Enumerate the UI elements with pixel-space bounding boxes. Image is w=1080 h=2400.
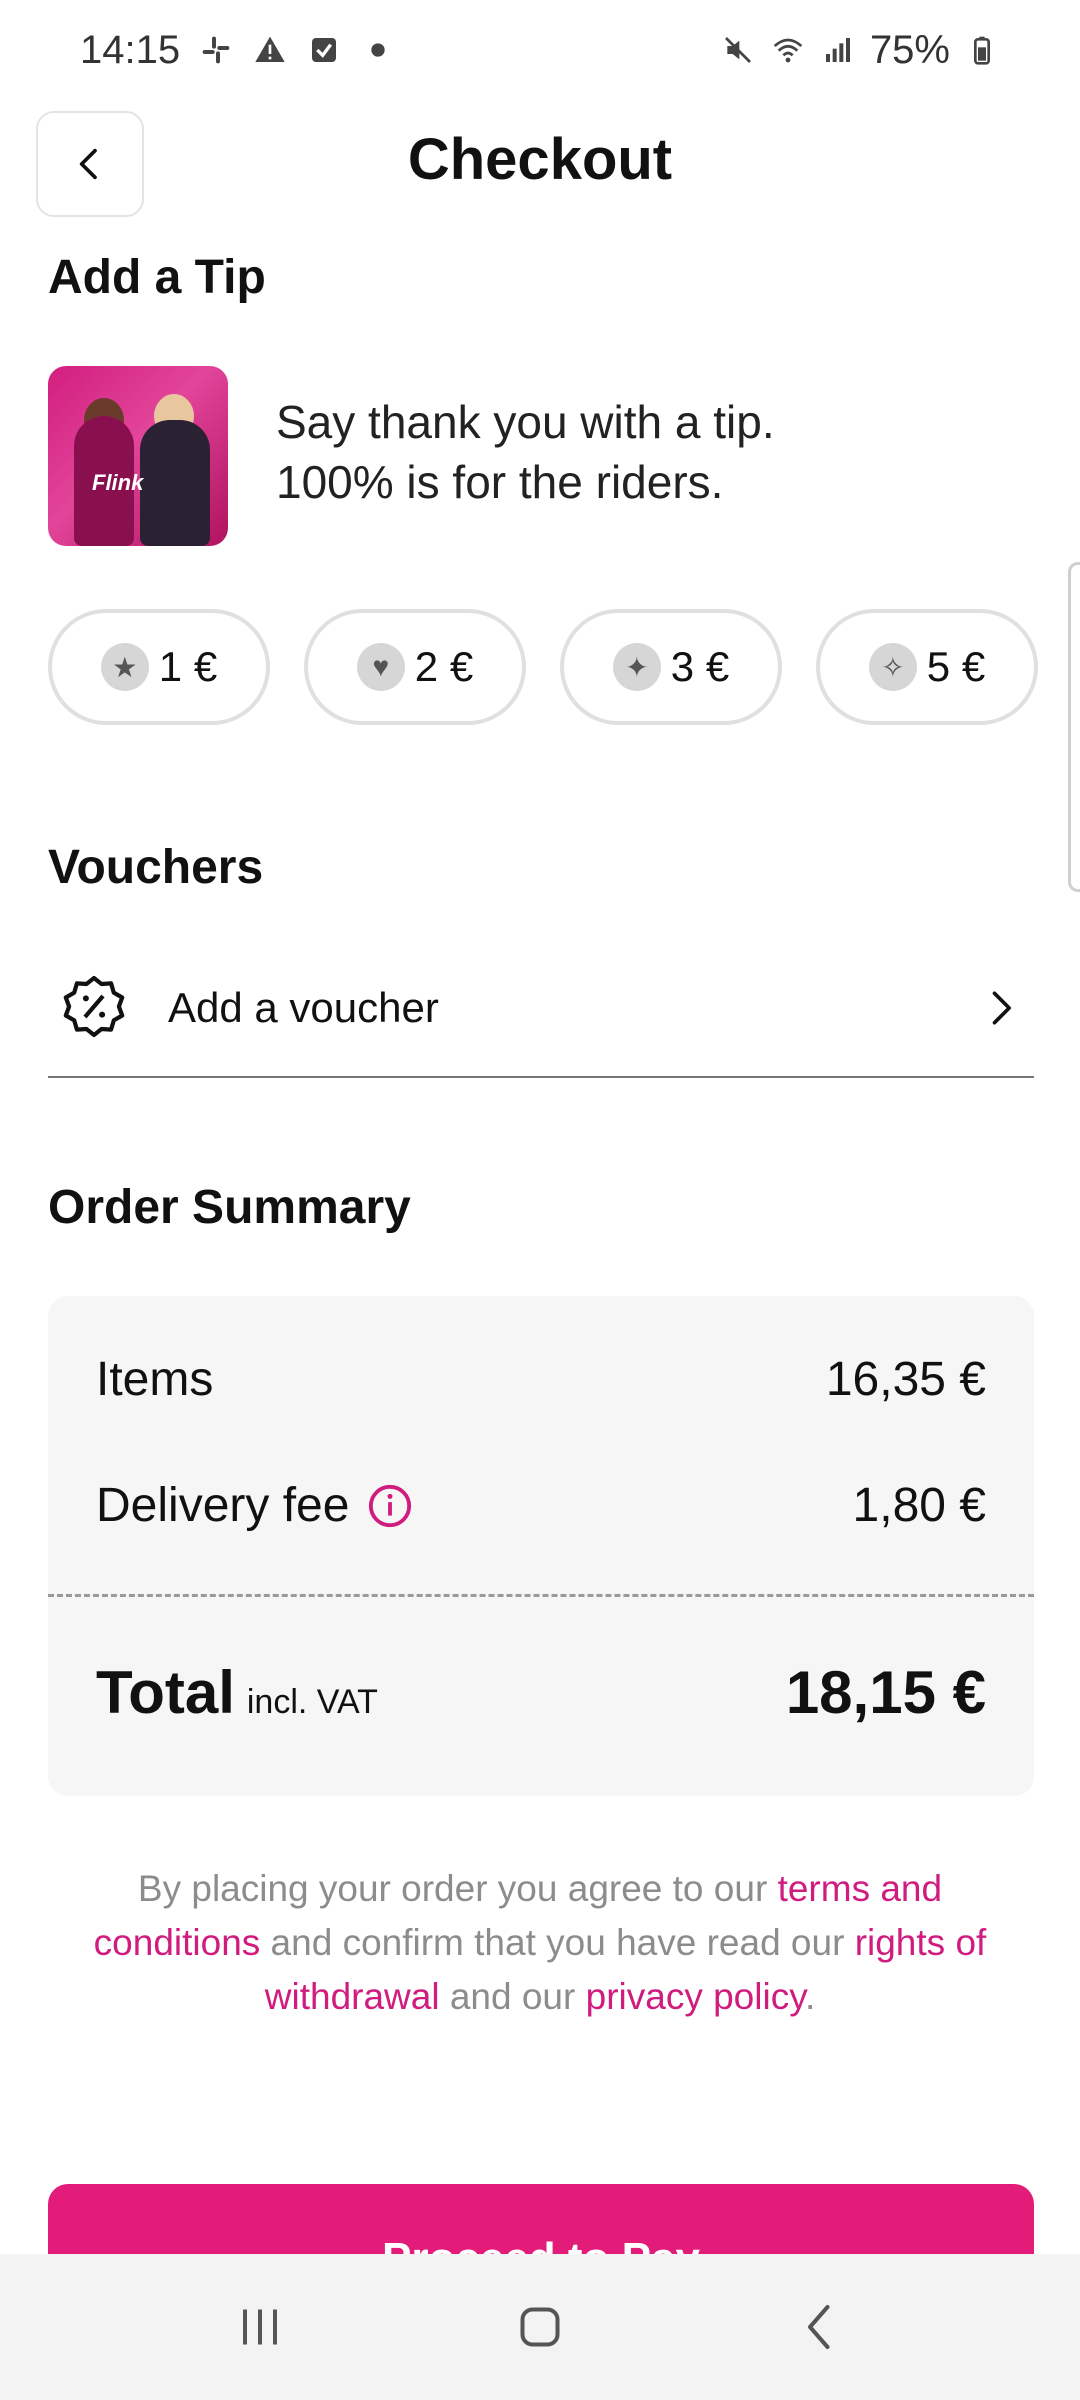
riders-photo: Flink: [48, 366, 228, 546]
home-button[interactable]: [500, 2287, 580, 2367]
legal-text: .: [804, 1976, 816, 2017]
party-popper-emoji-icon: ✧: [868, 643, 917, 691]
privacy-link[interactable]: privacy policy: [586, 1976, 805, 2017]
tip-option-5[interactable]: ✧ 5 €: [816, 609, 1038, 725]
dot-icon: [360, 32, 396, 68]
status-bar: 14:15 75%: [0, 0, 1080, 100]
legal-text: and confirm that you have read our: [260, 1922, 855, 1963]
total-row: Total incl. VAT 18,15 €: [96, 1658, 986, 1727]
tip-description: Say thank you with a tip. 100% is for th…: [276, 392, 775, 512]
back-icon: [808, 2305, 830, 2349]
delivery-fee-row: Delivery fee 1,80 €: [96, 1478, 986, 1533]
heart-eyes-emoji-icon: ♥: [356, 643, 405, 691]
battery-percent: 75%: [869, 27, 950, 72]
info-icon[interactable]: [367, 1483, 413, 1529]
tip-text-line2: 100% is for the riders.: [276, 456, 724, 508]
discount-badge-icon: [63, 975, 125, 1038]
slack-icon: [198, 32, 234, 68]
tip-option-2[interactable]: ♥ 2 €: [304, 609, 526, 725]
tip-text-line1: Say thank you with a tip.: [276, 396, 775, 448]
recent-apps-button[interactable]: [220, 2287, 300, 2367]
summary-divider: [48, 1594, 1034, 1597]
battery-icon: [964, 32, 1000, 68]
items-row: Items 16,35 €: [96, 1352, 986, 1407]
tip-amount-label: 3 €: [670, 643, 730, 690]
vouchers-section-title: Vouchers: [48, 841, 264, 894]
warning-icon: [252, 32, 288, 68]
legal-notice: By placing your order you agree to our t…: [60, 1862, 1020, 2024]
items-value: 16,35 €: [825, 1353, 986, 1406]
tip-amount-label: 1 €: [158, 643, 218, 690]
top-app-bar: Checkout: [0, 108, 1080, 220]
chevron-right-icon: [992, 991, 1011, 1025]
status-time: 14:15: [80, 27, 181, 72]
mute-icon: [720, 32, 756, 68]
add-voucher-row[interactable]: Add a voucher: [48, 940, 1034, 1078]
total-label: Total: [96, 1659, 235, 1726]
horizontal-scroll-indicator[interactable]: [1068, 562, 1080, 892]
tip-option-1[interactable]: ★ 1 €: [48, 609, 270, 725]
tip-options: ★ 1 € ♥ 2 € ✦ 3 € ✧ 5 €: [48, 609, 1038, 725]
items-label: Items: [96, 1353, 214, 1406]
recent-apps-icon: [243, 2309, 277, 2345]
delivery-fee-value: 1,80 €: [852, 1479, 986, 1532]
star-struck-emoji-icon: ★: [100, 643, 149, 691]
add-voucher-label: Add a voucher: [168, 984, 439, 1031]
tip-amount-label: 2 €: [414, 643, 474, 690]
legal-text: and our: [439, 1976, 586, 2017]
system-back-button[interactable]: [780, 2287, 860, 2367]
signal-icon: [820, 32, 856, 68]
tip-amount-label: 5 €: [926, 643, 986, 690]
delivery-fee-label: Delivery fee: [96, 1479, 350, 1532]
order-summary-card: Items 16,35 € Delivery fee 1,80 € Total i…: [48, 1296, 1034, 1796]
wifi-icon: [770, 32, 806, 68]
checkbox-icon: [306, 32, 342, 68]
order-summary-title: Order Summary: [48, 1181, 411, 1234]
tip-section-title: Add a Tip: [48, 251, 266, 304]
total-value: 18,15 €: [785, 1659, 986, 1726]
home-icon: [520, 2307, 560, 2347]
system-nav-bar: [0, 2254, 1080, 2400]
total-vat-note: incl. VAT: [246, 1683, 378, 1721]
legal-text: By placing your order you agree to our: [137, 1868, 778, 1909]
flink-logo-text: Flink: [92, 470, 144, 495]
party-face-emoji-icon: ✦: [612, 643, 661, 691]
page-title: Checkout: [407, 127, 673, 192]
tip-option-3[interactable]: ✦ 3 €: [560, 609, 782, 725]
